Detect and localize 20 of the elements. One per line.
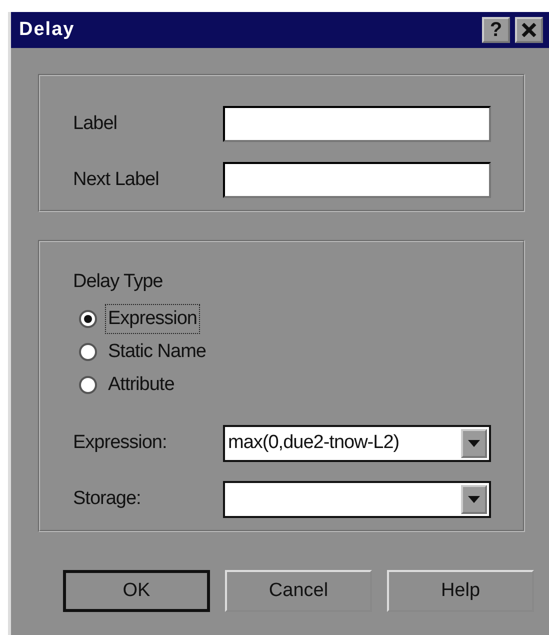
close-icon <box>521 23 537 37</box>
radio-option[interactable]: Static Name <box>73 336 209 368</box>
field-label: Label <box>73 112 118 136</box>
field-label: Expression: <box>73 431 168 456</box>
radio-option[interactable]: Attribute <box>73 368 178 402</box>
dialog-button[interactable]: OK <box>63 570 210 612</box>
dialog-button[interactable]: Help <box>387 570 534 612</box>
field-label: Storage: <box>73 487 142 512</box>
help-button[interactable]: ? <box>482 17 510 43</box>
dropdown-arrow-icon <box>468 496 480 504</box>
group-label: Delay Type <box>73 270 164 294</box>
dropdown-field[interactable] <box>223 481 491 518</box>
text-field[interactable] <box>223 162 491 198</box>
dialog-button[interactable]: Cancel <box>225 570 372 612</box>
field-label: Next Label <box>73 168 160 192</box>
window-title: Delay <box>19 18 75 42</box>
dropdown-arrow-icon <box>468 440 480 448</box>
dropdown-field[interactable]: max(0,due2-tnow-L2) <box>223 425 491 462</box>
close-button[interactable] <box>515 17 543 43</box>
text-field[interactable] <box>223 106 491 142</box>
